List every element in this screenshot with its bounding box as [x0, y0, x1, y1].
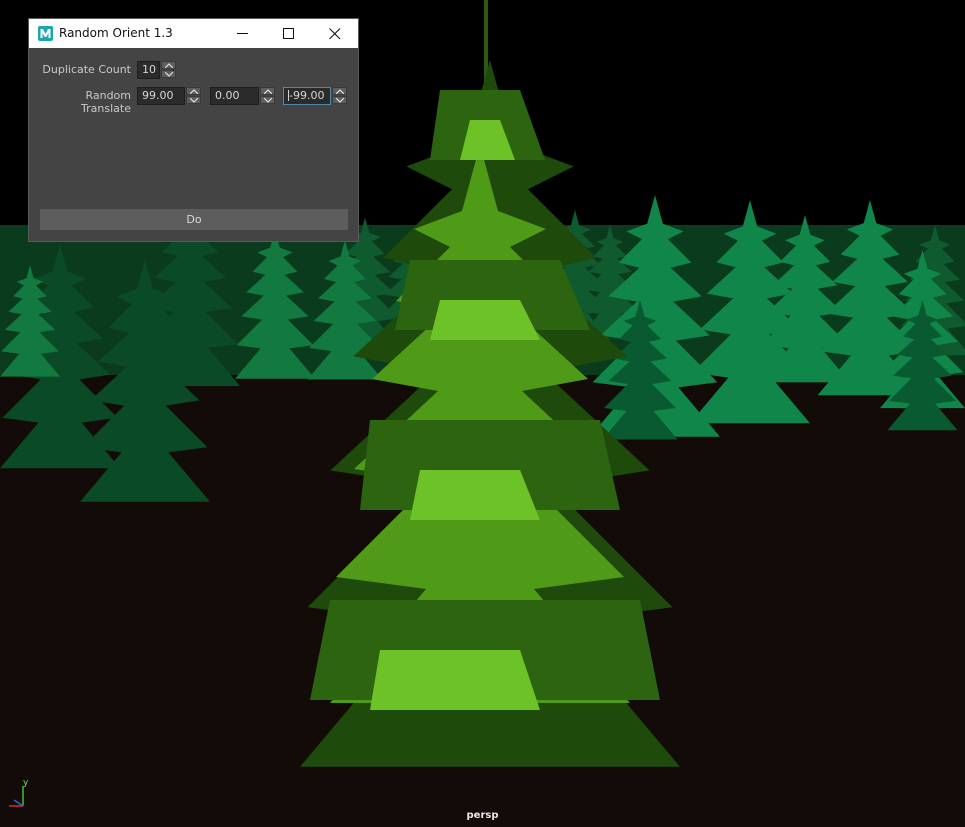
chevron-down-icon [165, 72, 173, 77]
translate-x-spinner[interactable] [186, 87, 201, 105]
chevron-up-icon [264, 89, 272, 94]
duplicate-count-spinner[interactable] [161, 61, 176, 79]
maximize-button[interactable] [266, 19, 312, 48]
spin-down-button[interactable] [260, 96, 275, 104]
chevron-up-icon [336, 89, 344, 94]
axis-gizmo: y [4, 776, 34, 810]
translate-z-spinner[interactable] [332, 87, 347, 105]
translate-z-field[interactable]: -99.00 [283, 87, 331, 105]
translate-x-field[interactable]: 99.00 [137, 87, 185, 105]
random-orient-dialog: Random Orient 1.3 Duplicate Count 10 Ran… [28, 18, 359, 242]
duplicate-count-label: Duplicate Count [42, 63, 131, 76]
translate-y-spinner[interactable] [260, 87, 275, 105]
maximize-icon [283, 28, 294, 39]
spin-down-button[interactable] [332, 96, 347, 104]
translate-z-value: -99.00 [289, 89, 325, 102]
spin-up-button[interactable] [332, 87, 347, 95]
close-button[interactable] [312, 19, 358, 48]
spin-up-button[interactable] [161, 61, 176, 69]
minimize-button[interactable] [220, 19, 266, 48]
spin-up-button[interactable] [260, 87, 275, 95]
translate-y-field[interactable]: 0.00 [210, 87, 259, 105]
duplicate-count-field[interactable]: 10 [137, 61, 160, 79]
title-bar[interactable]: Random Orient 1.3 [29, 19, 358, 48]
spin-down-button[interactable] [186, 96, 201, 104]
close-icon [329, 28, 341, 40]
axis-y-label: y [23, 778, 29, 788]
minimize-icon [237, 33, 248, 34]
spin-down-button[interactable] [161, 70, 176, 78]
chevron-up-icon [190, 89, 198, 94]
window-title: Random Orient 1.3 [59, 26, 173, 40]
spin-up-button[interactable] [186, 87, 201, 95]
random-translate-label: Random Translate [81, 89, 131, 115]
chevron-up-icon [165, 63, 173, 68]
chevron-down-icon [336, 98, 344, 103]
maya-app-icon [38, 26, 53, 41]
camera-label: persp [466, 810, 499, 821]
chevron-down-icon [190, 98, 198, 103]
chevron-down-icon [264, 98, 272, 103]
do-button[interactable]: Do [40, 209, 348, 230]
